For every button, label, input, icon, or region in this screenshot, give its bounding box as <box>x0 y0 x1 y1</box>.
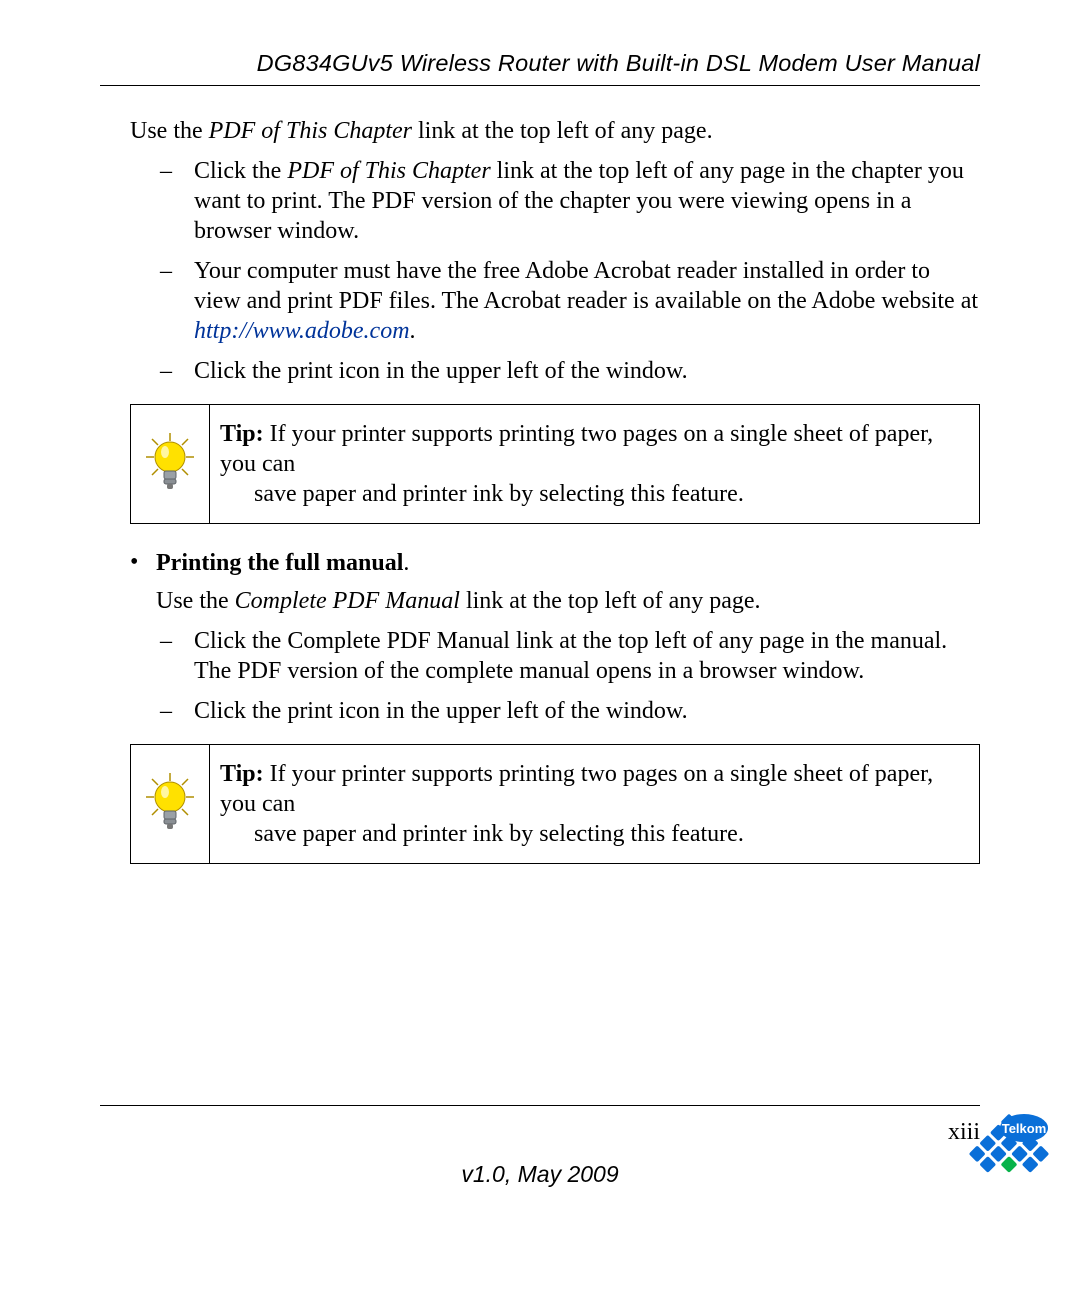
section2-heading: Printing the full manual <box>156 550 403 576</box>
text: Click the <box>194 158 287 184</box>
text: If your printer supports printing two pa… <box>220 761 933 817</box>
section2-list: Click the Complete PDF Manual link at th… <box>160 626 980 726</box>
list-item: Your computer must have the free Adobe A… <box>160 256 980 346</box>
body-content: Use the PDF of This Chapter link at the … <box>100 116 980 864</box>
list-item: Click the Complete PDF Manual link at th… <box>160 626 980 686</box>
text: link at the top left of any page. <box>460 588 761 614</box>
tip-text: Tip: If your printer supports printing t… <box>210 405 979 523</box>
list-item: Click the print icon in the upper left o… <box>160 356 980 386</box>
text: save paper and printer ink by selecting … <box>254 819 965 849</box>
tip-text: Tip: If your printer supports printing t… <box>210 745 979 863</box>
footer-rule <box>100 1105 980 1106</box>
tip-icon-cell <box>131 405 210 523</box>
section2-intro: Use the Complete PDF Manual link at the … <box>156 586 980 616</box>
text-italic: PDF of This Chapter <box>209 118 412 144</box>
text: link at the top left of any page. <box>412 118 713 144</box>
section1-intro: Use the PDF of This Chapter link at the … <box>130 116 980 146</box>
text-italic: PDF of This Chapter <box>287 158 490 184</box>
list-item: Click the print icon in the upper left o… <box>160 696 980 726</box>
text: Click the print icon in the upper left o… <box>194 698 688 724</box>
footer-version: v1.0, May 2009 <box>0 1161 1080 1188</box>
tip-box-1: Tip: If your printer supports printing t… <box>130 404 980 524</box>
text: save paper and printer ink by selecting … <box>254 479 965 509</box>
text: Click the print icon in the upper left o… <box>194 358 688 384</box>
section2-heading-row: • Printing the full manual. <box>130 548 980 578</box>
lightbulb-icon <box>142 431 198 497</box>
text: Use the <box>156 588 235 614</box>
header-rule <box>100 85 980 86</box>
text: . <box>403 550 409 576</box>
telkom-logo: Telkom <box>964 1106 1054 1206</box>
lightbulb-icon <box>142 771 198 837</box>
adobe-link[interactable]: http://www.adobe.com <box>194 318 410 344</box>
text: If your printer supports printing two pa… <box>220 421 933 477</box>
telkom-logo-icon: Telkom <box>964 1106 1054 1206</box>
page: DG834GUv5 Wireless Router with Built-in … <box>0 0 1080 1296</box>
tip-label: Tip: <box>220 421 264 447</box>
page-header-title: DG834GUv5 Wireless Router with Built-in … <box>100 50 980 77</box>
text: Your computer must have the free Adobe A… <box>194 258 978 314</box>
tip-box-2: Tip: If your printer supports printing t… <box>130 744 980 864</box>
logo-text: Telkom <box>1002 1121 1047 1136</box>
text: . <box>410 318 416 344</box>
tip-label: Tip: <box>220 761 264 787</box>
list-item: Click the PDF of This Chapter link at th… <box>160 156 980 246</box>
tip-icon-cell <box>131 745 210 863</box>
text-italic: Complete PDF Manual <box>235 588 460 614</box>
text: Use the <box>130 118 209 144</box>
text: Click the Complete PDF Manual link at th… <box>194 628 947 684</box>
bullet-dot: • <box>130 548 156 577</box>
section1-list: Click the PDF of This Chapter link at th… <box>160 156 980 386</box>
